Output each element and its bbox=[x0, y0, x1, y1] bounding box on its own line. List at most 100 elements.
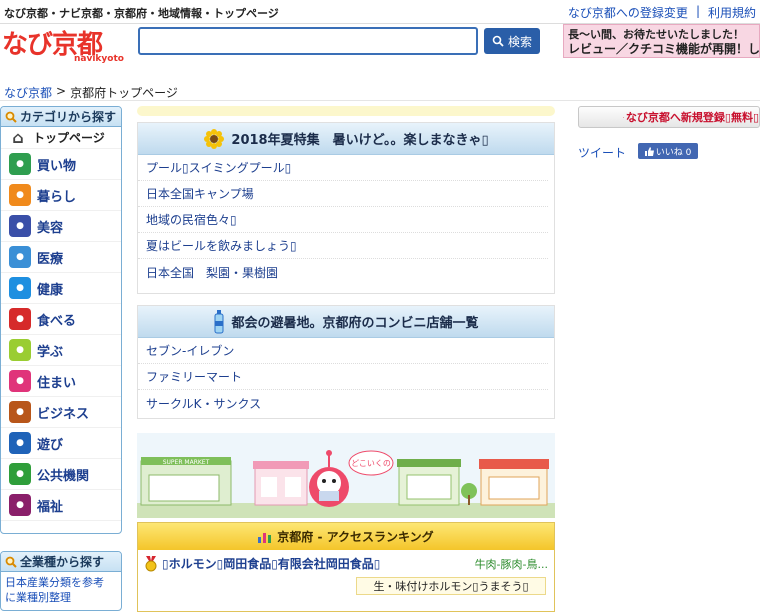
family-icon: ● bbox=[9, 184, 31, 206]
convenience-store-link[interactable]: セブン-イレブン bbox=[138, 338, 548, 364]
sidebar-item-label: 美容 bbox=[37, 217, 63, 236]
breadcrumb-current: 京都府トップページ bbox=[70, 84, 178, 101]
sidebar-item-label: 福祉 bbox=[37, 496, 63, 515]
public-office-icon: ● bbox=[9, 463, 31, 485]
welfare-icon: ● bbox=[9, 494, 31, 516]
account-change-link[interactable]: なび京都への登録変更 bbox=[568, 4, 688, 21]
tweet-button[interactable]: ツイート bbox=[578, 144, 626, 161]
notice-banner[interactable]: 長〜い間、お待たせいたしました！ レビュー／クチコミ機能が再開！しました bbox=[563, 24, 760, 58]
sidebar-item[interactable]: ●学ぶ bbox=[1, 335, 121, 366]
facebook-like-label: いいね 0 bbox=[656, 145, 692, 158]
study-icon: ● bbox=[9, 339, 31, 361]
access-ranking-panel: 京都府 - アクセスランキング ▯ホルモン▯岡田食品▯有限会社岡田食品▯ 牛肉-… bbox=[137, 522, 555, 612]
summer-feature-panel: 2018年夏特集 暑いけど。。楽しまなきゃ▯ プール▯スイミングプール▯日本全国… bbox=[137, 122, 555, 294]
logo-subtext: navikyoto bbox=[74, 54, 124, 64]
category-sidebar-title: カテゴリから探す bbox=[20, 108, 116, 125]
search-input[interactable] bbox=[138, 27, 478, 55]
facebook-like-button[interactable]: いいね 0 bbox=[638, 143, 698, 159]
banner-line-1: 長〜い間、お待たせいたしました！ bbox=[568, 27, 755, 42]
camera-icon: ● bbox=[9, 432, 31, 454]
sidebar-item-label: 健康 bbox=[37, 279, 63, 298]
house-icon: ● bbox=[9, 370, 31, 392]
search-button[interactable]: 検索 bbox=[484, 28, 540, 54]
beauty-icon: ● bbox=[9, 215, 31, 237]
fitness-icon: ● bbox=[9, 277, 31, 299]
summer-feature-link[interactable]: 地域の民宿色々▯ bbox=[138, 207, 548, 233]
convenience-store-link[interactable]: ファミリーマート bbox=[138, 364, 548, 390]
convenience-store-header: 都会の避暑地。京都府のコンビニ店舗一覧 bbox=[138, 306, 554, 338]
summer-feature-link[interactable]: プール▯スイミングプール▯ bbox=[138, 155, 548, 181]
sidebar-item[interactable]: ● 健康 bbox=[1, 273, 121, 304]
sidebar-item[interactable]: ● 美容 bbox=[1, 211, 121, 242]
register-button-label: なび京都へ新規登録▯無料▯ bbox=[626, 109, 759, 125]
industry-note-line-1: 日本産業分類を参考 bbox=[5, 575, 117, 590]
industry-note[interactable]: 日本産業分類を参考 に業種別整理 bbox=[1, 572, 121, 608]
summer-feature-header: 2018年夏特集 暑いけど。。楽しまなきゃ▯ bbox=[138, 123, 554, 155]
sidebar-item[interactable]: ⌂ トップページ bbox=[1, 127, 121, 149]
town-illustration-svg: SUPER MARKET どこいくの bbox=[137, 433, 555, 518]
summer-feature-list: プール▯スイミングプール▯日本全国キャンプ場地域の民宿色々▯夏はビールを飲みまし… bbox=[138, 155, 554, 285]
register-button[interactable]: なび京都へ新規登録▯無料▯ bbox=[578, 106, 760, 128]
access-ranking-header: 京都府 - アクセスランキング bbox=[138, 523, 554, 550]
ranking-item-title[interactable]: ▯ホルモン▯岡田食品▯有限会社岡田食品▯ bbox=[162, 555, 380, 572]
sidebar-item[interactable]: ● 住まい bbox=[1, 366, 121, 397]
sidebar-item-label: トップページ bbox=[33, 129, 105, 146]
convenience-store-link[interactable]: サークルK・サンクス bbox=[138, 390, 548, 416]
sidebar-item[interactable]: ● 食べる bbox=[1, 304, 121, 335]
convenience-store-list: セブン-イレブンファミリーマートサークルK・サンクス bbox=[138, 338, 554, 416]
site-tagline: なび京都・ナビ京都・京都府・地域情報・トップページ bbox=[4, 5, 279, 21]
sidebar-item[interactable]: ●遊び bbox=[1, 428, 121, 459]
search-button-label: 検索 bbox=[508, 33, 532, 50]
shop-sign: SUPER MARKET bbox=[163, 459, 210, 466]
medical-icon: ● bbox=[9, 246, 31, 268]
industry-sidebar-title: 全業種から探す bbox=[20, 553, 104, 570]
water-bottle-icon bbox=[213, 310, 225, 334]
top-links: なび京都への登録変更 | 利用規約 bbox=[568, 4, 756, 21]
convenience-store-panel: 都会の避暑地。京都府のコンビニ店舗一覧 セブン-イレブンファミリーマートサークル… bbox=[137, 305, 555, 419]
sidebar-item-label: 住まい bbox=[37, 372, 76, 391]
sidebar-item-label: 公共機関 bbox=[37, 465, 89, 484]
industry-sidebar-header: 全業種から探す bbox=[1, 552, 121, 572]
category-sidebar: カテゴリから探す ⌂トップページ●買い物●暮らし●美容●医療●健康●食べる●学ぶ… bbox=[0, 106, 122, 534]
industry-sidebar: 全業種から探す 日本産業分類を参考 に業種別整理 bbox=[0, 551, 122, 611]
divider bbox=[0, 100, 760, 101]
convenience-store-title: 都会の避暑地。京都府のコンビニ店舗一覧 bbox=[231, 312, 478, 331]
access-ranking-title: 京都府 - アクセスランキング bbox=[277, 528, 433, 545]
sidebar-item-label: 医療 bbox=[37, 248, 63, 267]
home-icon: ⌂ bbox=[9, 129, 27, 147]
sidebar-item[interactable]: ● ビジネス bbox=[1, 397, 121, 428]
sidebar-item[interactable]: ● 公共機関 bbox=[1, 459, 121, 490]
sidebar-item[interactable]: ●買い物 bbox=[1, 149, 121, 180]
category-sidebar-header: カテゴリから探す bbox=[1, 107, 121, 127]
site-header: なび京都 navikyoto 検索 長〜い間、お待たせいたしました！ レビュー／… bbox=[0, 24, 760, 66]
thumbs-up-icon bbox=[645, 147, 654, 156]
ranking-item-tag: 生・味付けホルモン▯うまそう▯ bbox=[356, 577, 546, 595]
site-logo[interactable]: なび京都 navikyoto bbox=[2, 24, 132, 64]
sidebar-item[interactable]: ● 福祉 bbox=[1, 490, 121, 521]
terms-link[interactable]: 利用規約 bbox=[708, 4, 756, 21]
sidebar-item[interactable]: ●暮らし bbox=[1, 180, 121, 211]
edit-icon bbox=[623, 112, 624, 123]
search-icon bbox=[492, 35, 504, 47]
ranking-item-category[interactable]: 牛肉-豚肉-鳥... bbox=[475, 556, 548, 572]
town-illustration: SUPER MARKET どこいくの bbox=[137, 433, 555, 518]
breadcrumb-separator: > bbox=[56, 84, 66, 101]
sidebar-item-label: 食べる bbox=[37, 310, 76, 329]
shopping-bag-icon: ● bbox=[9, 153, 31, 175]
summer-feature-link[interactable]: 日本全国 梨園・果樹園 bbox=[138, 259, 548, 285]
sidebar-item[interactable]: ● 医療 bbox=[1, 242, 121, 273]
yellow-strip bbox=[137, 106, 555, 116]
gold-medal-icon bbox=[144, 556, 158, 572]
ranking-row[interactable]: ▯ホルモン▯岡田食品▯有限会社岡田食品▯ 牛肉-豚肉-鳥... 生・味付けホルモ… bbox=[138, 550, 554, 594]
summer-feature-link[interactable]: 日本全国キャンプ場 bbox=[138, 181, 548, 207]
summer-feature-link[interactable]: 夏はビールを飲みましょう▯ bbox=[138, 233, 548, 259]
food-icon: ● bbox=[9, 308, 31, 330]
breadcrumb-home[interactable]: なび京都 bbox=[4, 84, 52, 101]
industry-note-line-2: に業種別整理 bbox=[5, 590, 117, 605]
link-separator: | bbox=[696, 4, 700, 21]
sidebar-item-label: ビジネス bbox=[37, 403, 89, 422]
sunflower-icon bbox=[203, 128, 225, 150]
bar-chart-icon bbox=[258, 531, 272, 543]
top-bar: なび京都・ナビ京都・京都府・地域情報・トップページ なび京都への登録変更 | 利… bbox=[0, 0, 760, 24]
building-icon: ● bbox=[9, 401, 31, 423]
